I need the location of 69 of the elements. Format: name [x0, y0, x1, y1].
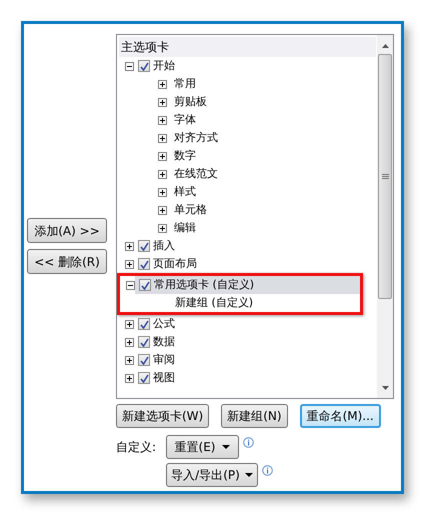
remove-button[interactable]: << 删除(R): [27, 249, 107, 274]
checkbox[interactable]: [138, 372, 150, 384]
checkbox[interactable]: [139, 279, 151, 291]
expand-icon[interactable]: [158, 116, 167, 124]
group-item[interactable]: 剪贴板: [174, 94, 207, 110]
expand-icon[interactable]: [125, 374, 134, 382]
group-item[interactable]: 样式: [174, 184, 196, 200]
tab-label: 审阅: [153, 352, 175, 368]
checkbox[interactable]: [138, 354, 150, 366]
expand-icon[interactable]: [125, 242, 134, 250]
tab-item[interactable]: 插入: [134, 237, 377, 255]
checkbox[interactable]: [138, 60, 150, 72]
caret-icon: [222, 445, 230, 449]
checkbox[interactable]: [138, 258, 150, 270]
group-item[interactable]: 数字: [174, 148, 196, 164]
expand-icon[interactable]: [158, 98, 167, 106]
tab-label: 插入: [153, 238, 175, 254]
tab-label: 开始: [153, 58, 175, 74]
tab-label: 常用选项卡 (自定义): [154, 276, 254, 293]
group-item[interactable]: 在线范文: [174, 166, 218, 182]
new-group-button[interactable]: 新建组(N): [221, 404, 288, 428]
expand-icon[interactable]: [125, 338, 134, 346]
tab-label: 数据: [153, 334, 175, 350]
checkbox[interactable]: [138, 336, 150, 348]
collapse-icon[interactable]: [125, 62, 134, 70]
scroll-down-icon[interactable]: [382, 386, 388, 390]
expand-icon[interactable]: [158, 224, 167, 232]
tab-label: 公式: [153, 316, 175, 332]
info-icon: [262, 465, 273, 476]
expand-icon[interactable]: [158, 170, 167, 178]
group-item[interactable]: 编辑: [174, 220, 196, 236]
tab-item[interactable]: 常用选项卡 (自定义): [135, 276, 360, 294]
rename-button[interactable]: 重命名(M)...: [300, 404, 381, 428]
checkbox[interactable]: [138, 318, 150, 330]
group-item[interactable]: 对齐方式: [174, 130, 218, 146]
customize-label: 自定义:: [116, 439, 158, 456]
import-export-button[interactable]: 导入/导出(P): [166, 463, 258, 487]
group-item[interactable]: 常用: [174, 76, 196, 92]
reset-button[interactable]: 重置(E): [166, 435, 239, 459]
checkbox[interactable]: [138, 240, 150, 252]
list-header: 主选项卡: [119, 37, 376, 57]
collapse-icon[interactable]: [126, 280, 135, 290]
tab-item[interactable]: 公式: [134, 315, 377, 333]
grip-icon: [382, 174, 388, 179]
expand-icon[interactable]: [158, 206, 167, 214]
tab-item[interactable]: 审阅: [134, 351, 377, 369]
add-button[interactable]: 添加(A) >>: [27, 218, 107, 243]
info-icon: [243, 437, 254, 448]
tab-item[interactable]: 数据: [134, 333, 377, 351]
group-item[interactable]: 字体: [174, 112, 196, 128]
scroll-up-icon[interactable]: [382, 44, 388, 48]
tab-item[interactable]: 开始: [134, 57, 377, 75]
expand-icon[interactable]: [125, 260, 134, 268]
tab-label: 页面布局: [153, 256, 197, 272]
expand-icon[interactable]: [158, 152, 167, 160]
tab-label: 视图: [153, 370, 175, 386]
expand-icon[interactable]: [158, 134, 167, 142]
expand-icon[interactable]: [158, 188, 167, 196]
new-tab-button[interactable]: 新建选项卡(W): [116, 404, 210, 428]
scroll-thumb[interactable]: [378, 54, 392, 299]
expand-icon[interactable]: [125, 356, 134, 364]
group-item[interactable]: 新建组 (自定义): [175, 294, 254, 312]
tab-item[interactable]: 视图: [134, 369, 377, 387]
expand-icon[interactable]: [158, 80, 167, 88]
group-item[interactable]: 单元格: [174, 202, 207, 218]
scrollbar[interactable]: [377, 35, 393, 398]
expand-icon[interactable]: [125, 320, 134, 328]
caret-icon: [244, 473, 253, 477]
tab-item[interactable]: 页面布局: [134, 255, 377, 273]
